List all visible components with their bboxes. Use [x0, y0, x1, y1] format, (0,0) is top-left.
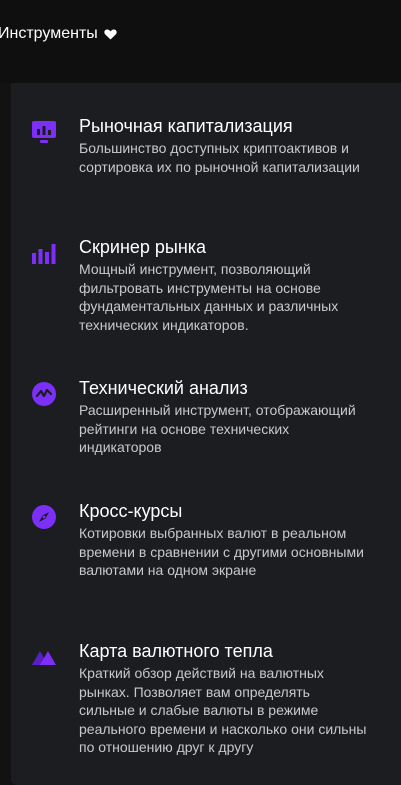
menu-item-description: Краткий обзор действий на валютных рынка… — [79, 665, 367, 755]
menu-item-technical-analysis[interactable]: Технический анализ Расширенный инструмен… — [11, 377, 401, 459]
menu-item-title: Скринер рынка — [79, 237, 207, 257]
bar-chart-icon — [31, 240, 57, 266]
mountains-icon — [31, 644, 57, 670]
top-bar: Инструменты — [0, 0, 401, 83]
menu-item-description: Расширенный инструмент, отображающий рей… — [79, 402, 356, 455]
menu-item-market-cap[interactable]: Рыночная капитализация Большинство досту… — [11, 115, 401, 195]
menu-item-description: Котировки выбранных валют в реальном вре… — [79, 525, 364, 578]
menu-item-title: Кросс-курсы — [79, 501, 183, 521]
menu-item-title: Рыночная капитализация — [79, 116, 293, 136]
menu-item-currency-heat-map[interactable]: Карта валютного тепла Краткий обзор дейс… — [11, 640, 401, 760]
menu-item-title: Карта валютного тепла — [79, 641, 273, 661]
menu-item-description: Большинство доступных криптоактивов и со… — [79, 140, 360, 175]
heart-icon — [104, 28, 117, 40]
compass-icon — [31, 504, 57, 530]
menu-item-description: Мощный инструмент, позволяющий фильтрова… — [79, 261, 339, 333]
menu-item-market-screener[interactable]: Скринер рынка Мощный инструмент, позволя… — [11, 236, 401, 336]
menu-item-cross-rates[interactable]: Кросс-курсы Котировки выбранных валют в … — [11, 500, 401, 600]
tools-dropdown-panel: Рыночная капитализация Большинство досту… — [11, 83, 401, 785]
tools-menu-toggle[interactable]: Инструменты — [0, 22, 117, 46]
tools-menu-label: Инструменты — [0, 25, 98, 42]
monitor-chart-icon — [31, 119, 57, 145]
menu-item-title: Технический анализ — [79, 378, 248, 398]
pulse-circle-icon — [31, 381, 57, 407]
